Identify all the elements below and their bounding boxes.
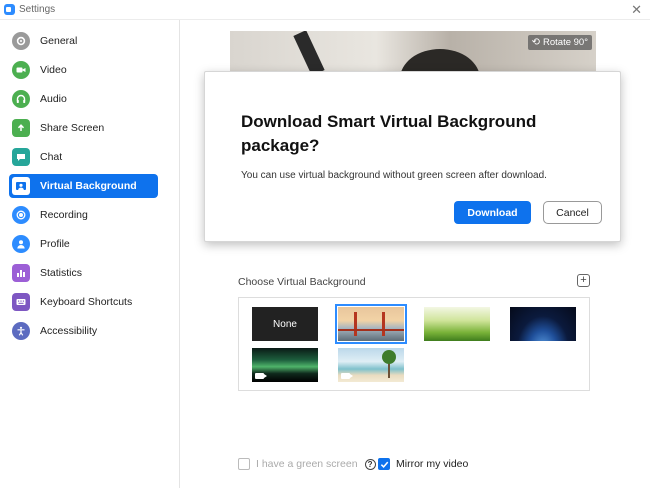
download-package-dialog: Download Smart Virtual Background packag… bbox=[204, 71, 621, 242]
title-bar: Settings ✕ bbox=[0, 0, 650, 20]
settings-sidebar: General Video Audio Share Screen Chat Vi… bbox=[0, 20, 180, 488]
background-gallery: None bbox=[238, 297, 590, 391]
rotate-button[interactable]: ⟲ Rotate 90° bbox=[527, 35, 592, 50]
mirror-video-label: Mirror my video bbox=[396, 458, 469, 470]
sidebar-item-label: Recording bbox=[40, 209, 88, 221]
rotate-icon: ⟲ bbox=[531, 37, 540, 48]
download-button[interactable]: Download bbox=[454, 201, 531, 224]
virtual-background-icon bbox=[12, 177, 30, 195]
sidebar-item-label: Audio bbox=[40, 93, 67, 105]
headphones-icon bbox=[12, 90, 30, 108]
zoom-app-icon bbox=[4, 4, 15, 15]
background-tile-beach[interactable] bbox=[338, 348, 404, 382]
none-label: None bbox=[273, 318, 297, 330]
sidebar-item-accessibility[interactable]: Accessibility bbox=[9, 319, 158, 343]
sidebar-item-label: Virtual Background bbox=[40, 180, 137, 192]
sidebar-item-chat[interactable]: Chat bbox=[9, 145, 158, 169]
video-badge-icon bbox=[255, 373, 267, 379]
add-background-button[interactable]: + bbox=[577, 274, 590, 287]
background-tile-none[interactable]: None bbox=[252, 307, 318, 341]
mirror-video-checkbox[interactable] bbox=[378, 458, 390, 470]
cancel-button[interactable]: Cancel bbox=[543, 201, 602, 224]
sidebar-item-general[interactable]: General bbox=[9, 29, 158, 53]
video-badge-icon bbox=[341, 373, 353, 379]
dialog-message: You can use virtual background without g… bbox=[241, 170, 547, 181]
video-camera-icon bbox=[12, 61, 30, 79]
sidebar-item-video[interactable]: Video bbox=[9, 58, 158, 82]
sidebar-item-label: Share Screen bbox=[40, 122, 105, 134]
sidebar-item-label: Chat bbox=[40, 151, 63, 163]
gear-icon bbox=[12, 32, 30, 50]
green-screen-label: I have a green screen bbox=[256, 458, 358, 470]
record-icon bbox=[12, 206, 30, 224]
dialog-title: Download Smart Virtual Background packag… bbox=[241, 112, 537, 155]
share-screen-icon bbox=[12, 119, 30, 137]
choose-background-label: Choose Virtual Background bbox=[238, 276, 366, 288]
sidebar-item-label: General bbox=[40, 35, 78, 47]
sidebar-item-label: Statistics bbox=[40, 267, 83, 279]
green-screen-option: I have a green screen ? bbox=[238, 458, 376, 470]
window-title: Settings bbox=[19, 4, 56, 15]
sidebar-item-recording[interactable]: Recording bbox=[9, 203, 158, 227]
sidebar-item-label: Profile bbox=[40, 238, 70, 250]
checkmark-icon bbox=[380, 461, 388, 468]
sidebar-item-audio[interactable]: Audio bbox=[9, 87, 158, 111]
help-icon[interactable]: ? bbox=[364, 458, 376, 470]
background-tile-earth[interactable] bbox=[510, 307, 576, 341]
bar-chart-icon bbox=[12, 264, 30, 282]
sidebar-item-label: Video bbox=[40, 64, 67, 76]
accessibility-icon bbox=[12, 322, 30, 340]
sidebar-item-profile[interactable]: Profile bbox=[9, 232, 158, 256]
sidebar-item-share-screen[interactable]: Share Screen bbox=[9, 116, 158, 140]
close-icon[interactable]: ✕ bbox=[631, 2, 642, 18]
keyboard-icon bbox=[12, 293, 30, 311]
rotate-label: Rotate 90° bbox=[543, 37, 588, 48]
chat-bubble-icon bbox=[12, 148, 30, 166]
sidebar-item-label: Accessibility bbox=[40, 325, 98, 337]
background-tile-bridge[interactable] bbox=[335, 304, 407, 344]
sidebar-item-statistics[interactable]: Statistics bbox=[9, 261, 158, 285]
sidebar-item-label: Keyboard Shortcuts bbox=[40, 296, 133, 308]
background-tile-grass[interactable] bbox=[424, 307, 490, 341]
background-tile-aurora[interactable] bbox=[252, 348, 318, 382]
mirror-video-option: Mirror my video bbox=[378, 458, 468, 470]
green-screen-checkbox[interactable] bbox=[238, 458, 250, 470]
person-icon bbox=[12, 235, 30, 253]
sidebar-item-virtual-background[interactable]: Virtual Background bbox=[9, 174, 158, 198]
sidebar-item-keyboard-shortcuts[interactable]: Keyboard Shortcuts bbox=[9, 290, 158, 314]
